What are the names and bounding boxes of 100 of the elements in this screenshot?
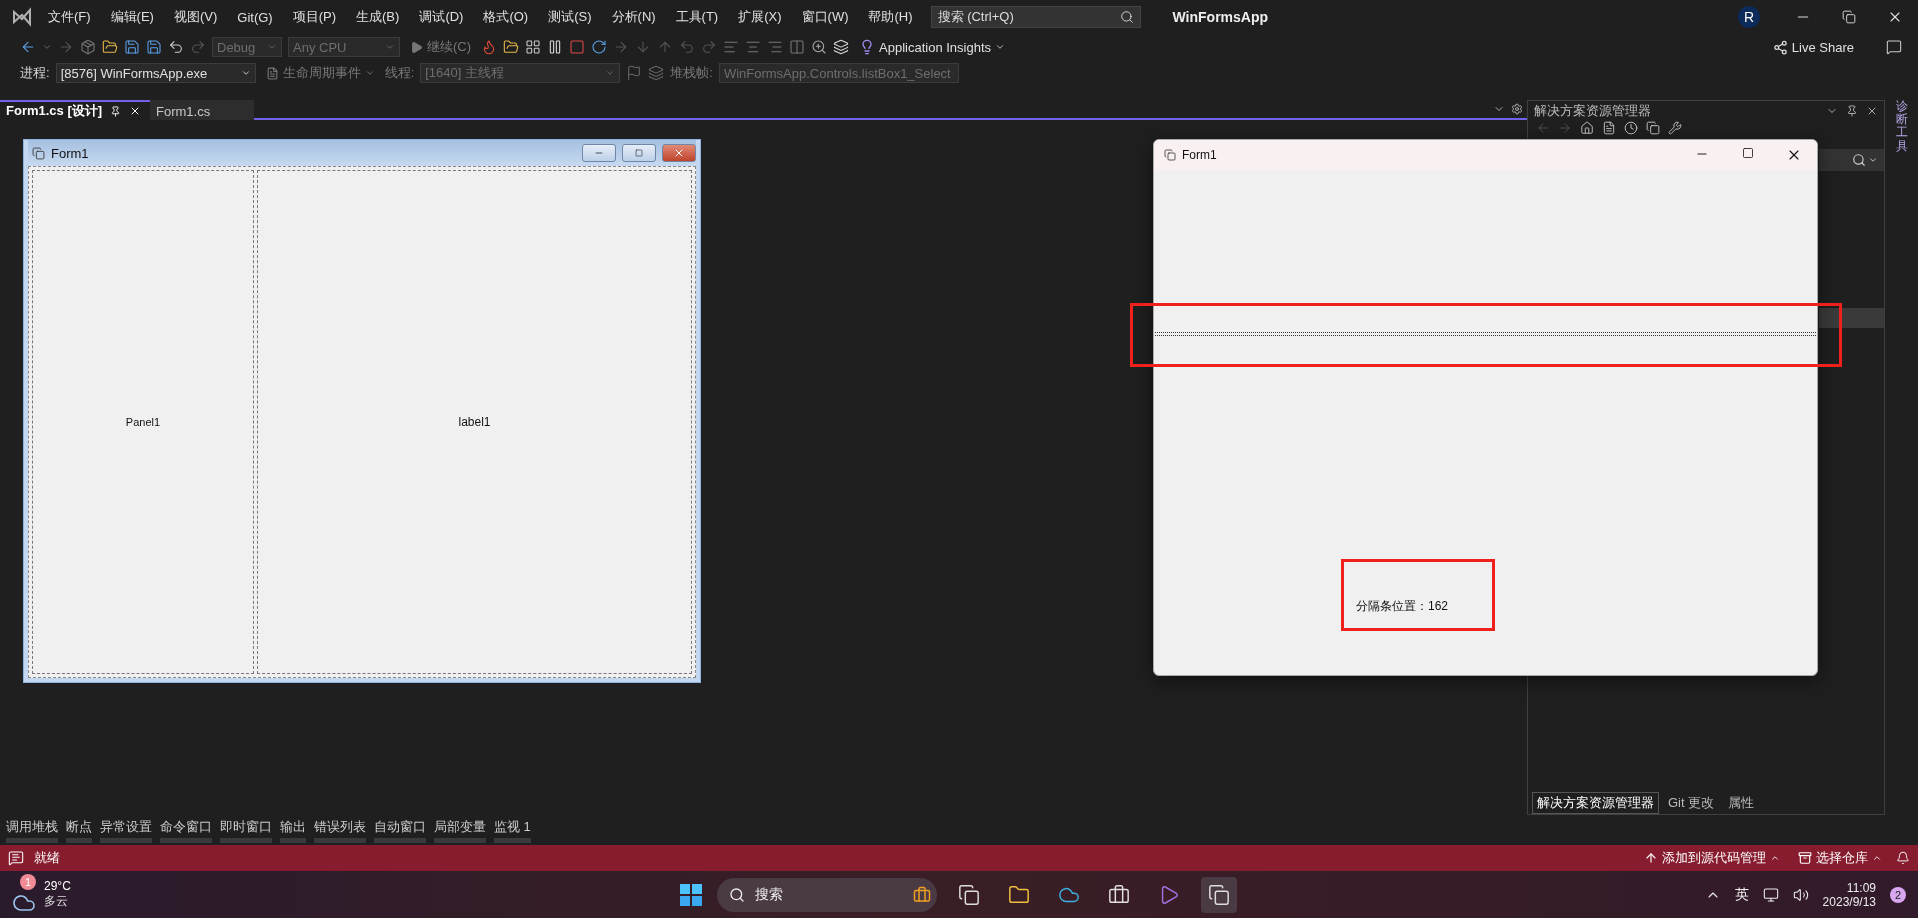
- menu-item[interactable]: 视图(V): [163, 8, 228, 26]
- temperature-text: 29°C: [44, 879, 71, 893]
- menu-item[interactable]: 分析(N): [601, 8, 666, 26]
- caret-icon[interactable]: [1770, 853, 1780, 863]
- panel-tab[interactable]: 属性: [1723, 792, 1760, 814]
- clock-time[interactable]: 11:09: [1846, 880, 1876, 895]
- play-icon[interactable]: [410, 40, 423, 54]
- square-icon[interactable]: [635, 149, 643, 157]
- caret-icon[interactable]: [240, 68, 251, 78]
- save-icon[interactable]: [124, 39, 140, 55]
- share-icon[interactable]: [1772, 39, 1788, 55]
- menu-item[interactable]: 工具(T): [665, 8, 729, 26]
- menu-item[interactable]: 窗口(W): [791, 8, 859, 26]
- process-dropdown[interactable]: [8576] WinFormsApp.exe: [55, 63, 256, 83]
- search-icon[interactable]: [728, 886, 745, 903]
- caret-icon[interactable]: [1872, 853, 1882, 863]
- process-label: 进程:: [20, 64, 50, 82]
- align-left-icon[interactable]: [723, 39, 740, 55]
- source-control-button[interactable]: 添加到源代码管理: [1640, 849, 1784, 867]
- menu-item[interactable]: 生成(B): [346, 8, 410, 26]
- document-icon[interactable]: [265, 66, 279, 80]
- document-tab[interactable]: Form1.cs: [150, 100, 254, 120]
- search-icon[interactable]: [1119, 10, 1134, 24]
- windows-logo-icon[interactable]: [678, 882, 703, 907]
- ime-indicator[interactable]: 英: [1734, 885, 1749, 904]
- pin-icon[interactable]: [110, 105, 122, 117]
- repository-icon[interactable]: [1798, 851, 1812, 865]
- panel-title: 解决方案资源管理器: [1534, 102, 1651, 120]
- menu-item[interactable]: 测试(S): [538, 8, 602, 26]
- open-folder-icon[interactable]: [102, 39, 118, 55]
- designer-panel[interactable]: Panel1: [32, 170, 254, 674]
- tree-row-highlight[interactable]: [1819, 308, 1884, 328]
- form-title: Form1: [51, 145, 89, 161]
- search-field[interactable]: 搜索 (Ctrl+Q): [930, 6, 1141, 28]
- thread-label: 线程:: [384, 64, 415, 82]
- minimize-button[interactable]: [582, 144, 616, 162]
- live-share-button[interactable]: Live Share: [1768, 39, 1858, 55]
- bell-icon[interactable]: [1896, 851, 1910, 865]
- message-icon[interactable]: [8, 850, 24, 866]
- panel-tab[interactable]: Git 更改: [1663, 792, 1720, 814]
- caret-icon[interactable]: [1868, 155, 1878, 165]
- app-logo-icon[interactable]: [12, 7, 32, 27]
- search-field[interactable]: [1819, 149, 1884, 171]
- restart-icon[interactable]: [591, 39, 608, 55]
- file-explorer-icon[interactable]: [1007, 883, 1030, 906]
- save-all-icon[interactable]: [146, 39, 162, 55]
- repository-button[interactable]: 选择仓库: [1794, 849, 1886, 867]
- history-icon[interactable]: [1624, 121, 1638, 135]
- network-icon[interactable]: [1762, 886, 1779, 903]
- maximize-button[interactable]: [622, 144, 656, 162]
- menu-item[interactable]: 项目(P): [282, 8, 347, 26]
- task-view-icon[interactable]: [957, 883, 980, 906]
- document-tab[interactable]: Form1.cs [设计]: [0, 100, 150, 120]
- menu-item[interactable]: Git(G): [227, 9, 283, 25]
- lifecycle-events-button[interactable]: 生命周期事件: [261, 64, 379, 82]
- search-icon[interactable]: [1852, 153, 1866, 167]
- running-form-window[interactable]: Form1 分隔条位置：162: [1153, 139, 1818, 676]
- flag-icon[interactable]: [626, 65, 643, 81]
- form-icon[interactable]: [1164, 149, 1176, 161]
- label-control: label1: [458, 415, 491, 429]
- undo-icon[interactable]: [168, 39, 184, 55]
- settings-icon[interactable]: [1511, 103, 1523, 115]
- maximize-icon[interactable]: [1742, 147, 1754, 159]
- zoom-icon[interactable]: [811, 39, 828, 55]
- menu-item[interactable]: 格式(O): [473, 8, 539, 26]
- app-insights-button[interactable]: Application Insights: [855, 39, 1010, 55]
- feedback-icon[interactable]: [1886, 39, 1902, 55]
- form-icon[interactable]: [32, 146, 45, 160]
- arrow-up-icon[interactable]: [1644, 851, 1658, 865]
- menu-item[interactable]: 文件(F): [38, 8, 101, 26]
- close-icon[interactable]: [1866, 105, 1878, 117]
- caret-icon[interactable]: [995, 42, 1006, 52]
- menu-item[interactable]: 扩展(X): [728, 8, 792, 26]
- notification-badge[interactable]: 2: [1890, 886, 1906, 903]
- side-tool-tab[interactable]: 诊断工具: [1895, 100, 1908, 815]
- close-button[interactable]: [662, 144, 696, 162]
- status-text: 就绪: [34, 849, 60, 867]
- restore-icon[interactable]: [1842, 10, 1856, 24]
- document-icon[interactable]: [1602, 121, 1616, 135]
- wrench-icon[interactable]: [1668, 121, 1682, 135]
- designer-form[interactable]: Form1 Panel1 label1: [23, 139, 701, 683]
- align-center-icon[interactable]: [745, 39, 762, 55]
- menu-item[interactable]: 帮助(H): [858, 8, 923, 26]
- account-avatar[interactable]: R: [1738, 6, 1760, 28]
- designer-panel[interactable]: label1: [257, 170, 692, 674]
- panel-tab[interactable]: 解决方案资源管理器: [1532, 792, 1659, 814]
- app-window-icon[interactable]: [1207, 883, 1230, 906]
- taskbar-search-field[interactable]: 搜索: [716, 877, 937, 912]
- pin-icon[interactable]: [1846, 105, 1858, 117]
- briefcase-icon[interactable]: [912, 885, 931, 904]
- clock-date[interactable]: 2023/9/13: [1822, 894, 1876, 909]
- splitter-bar[interactable]: [1155, 332, 1816, 336]
- continue-button[interactable]: 继续(C): [406, 38, 476, 56]
- window-title: Form1: [1182, 148, 1217, 162]
- layers-icon[interactable]: [833, 39, 850, 55]
- menu-item[interactable]: 调试(D): [409, 8, 474, 26]
- volume-icon[interactable]: [1792, 886, 1809, 903]
- menu-item[interactable]: 编辑(E): [100, 8, 164, 26]
- align-right-icon[interactable]: [767, 39, 784, 55]
- home-icon[interactable]: [1580, 121, 1594, 135]
